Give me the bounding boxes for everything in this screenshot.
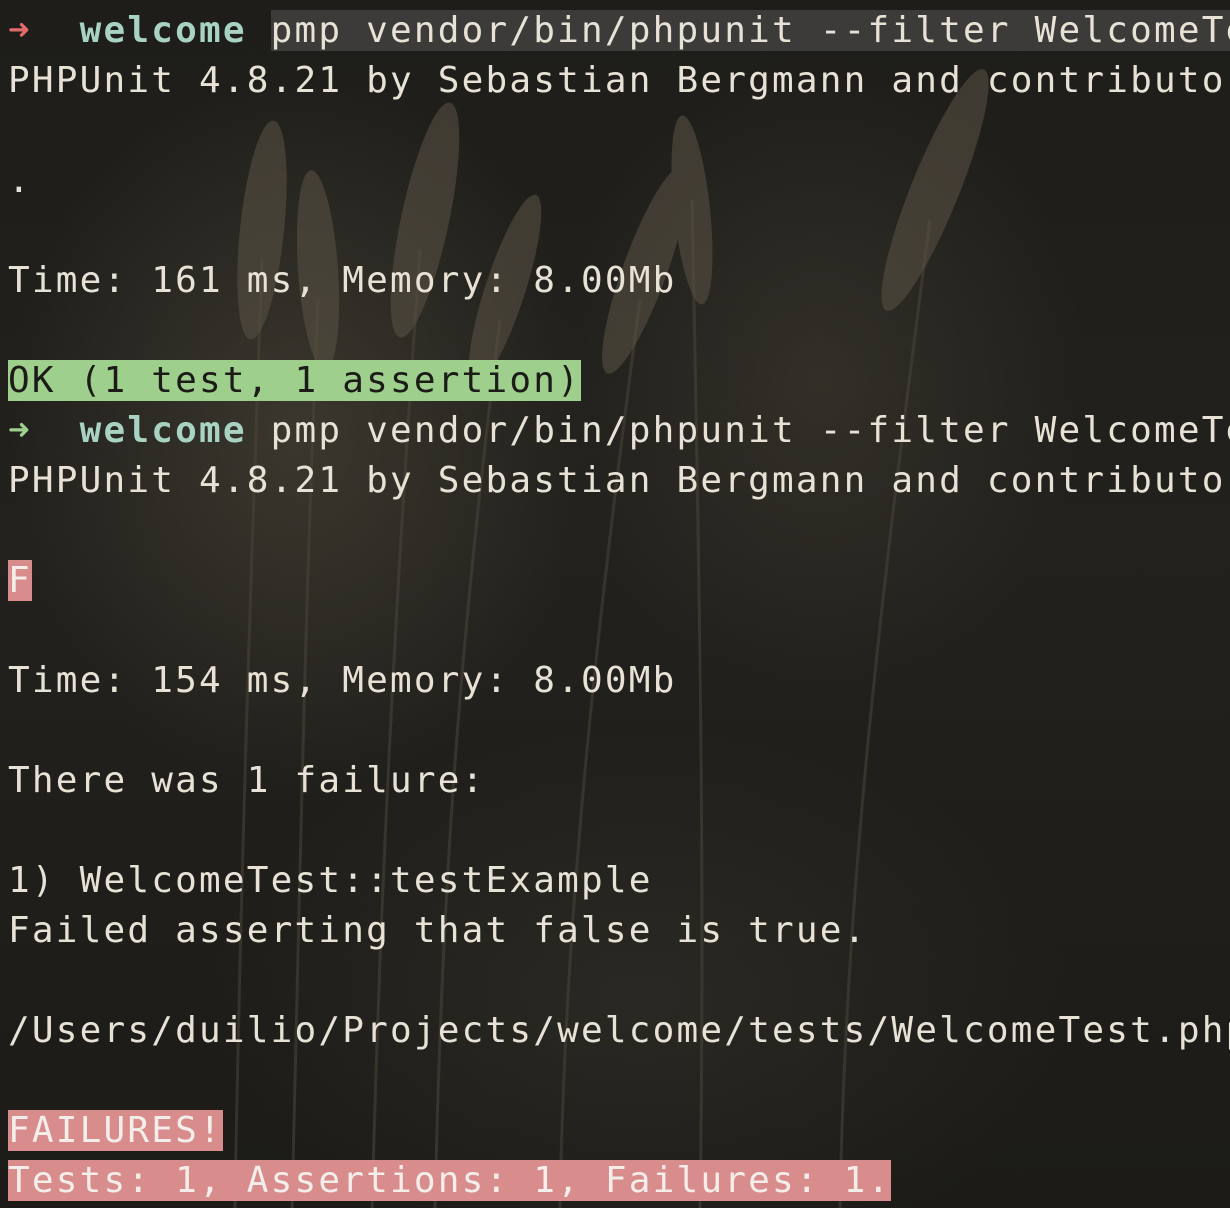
failure-count: There was 1 failure: [8, 760, 486, 801]
command-text: pmp vendor/bin/phpunit --filter WelcomeT… [270, 410, 1230, 451]
phpunit-banner: PHPUnit 4.8.21 by Sebastian Bergmann and… [8, 460, 1230, 501]
summary-header-line: FAILURES! [0, 1106, 1230, 1156]
failures-badge: FAILURES! [8, 1110, 223, 1151]
prompt-arrow-icon: ➜ [8, 410, 32, 451]
failure-message: Failed asserting that false is true. [8, 910, 868, 951]
test-progress: . [8, 160, 32, 201]
phpunit-banner: PHPUnit 4.8.21 by Sebastian Bergmann and… [8, 60, 1230, 101]
time-memory: Time: 154 ms, Memory: 8.00Mb [8, 660, 677, 701]
failure-progress-marker: F [8, 560, 32, 601]
summary-badge: Tests: 1, Assertions: 1, Failures: 1. [8, 1160, 892, 1201]
failure-location: /Users/duilio/Projects/welcome/tests/Wel… [8, 1010, 1230, 1051]
time-memory: Time: 161 ms, Memory: 8.00Mb [8, 260, 677, 301]
failure-name: 1) WelcomeTest::testExample [8, 860, 653, 901]
success-badge: OK (1 test, 1 assertion) [8, 360, 581, 401]
prompt-arrow-icon: ➜ [8, 10, 32, 51]
prompt-directory: welcome [79, 10, 247, 51]
terminal-window[interactable]: ➜ welcome pmp vendor/bin/phpunit --filte… [0, 0, 1230, 1208]
prompt-directory: welcome [79, 410, 247, 451]
result-line: OK (1 test, 1 assertion) [0, 356, 1230, 406]
command-text: pmp vendor/bin/phpunit --filter WelcomeT… [270, 10, 1230, 51]
test-progress: F [0, 556, 1230, 606]
summary-line: Tests: 1, Assertions: 1, Failures: 1. [0, 1156, 1230, 1206]
command-line: ➜ welcome pmp vendor/bin/phpunit --filte… [0, 406, 1230, 456]
command-line: ➜ welcome pmp vendor/bin/phpunit --filte… [0, 6, 1230, 56]
terminal-output: ➜ welcome pmp vendor/bin/phpunit --filte… [0, 0, 1230, 1206]
